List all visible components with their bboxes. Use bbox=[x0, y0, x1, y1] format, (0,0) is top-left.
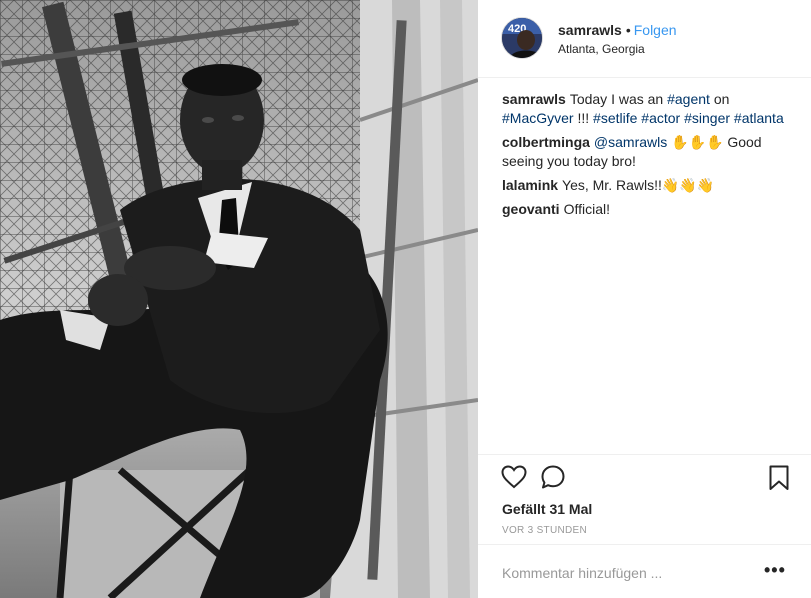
bookmark-icon bbox=[769, 465, 789, 490]
separator-dot: • bbox=[625, 22, 631, 38]
comment-username[interactable]: geovanti bbox=[502, 201, 560, 217]
like-button[interactable] bbox=[501, 465, 527, 489]
hashtag-link[interactable]: #atlanta bbox=[734, 110, 784, 126]
post-timestamp[interactable]: VOR 3 STUNDEN bbox=[502, 525, 587, 536]
avatar-image: 420 bbox=[502, 18, 542, 58]
follow-button[interactable]: Folgen bbox=[634, 22, 677, 38]
caption-text-part: Today I was an bbox=[569, 91, 668, 107]
comment-item: geovanti Official! bbox=[502, 200, 798, 219]
comment-bubble-icon bbox=[541, 465, 565, 489]
hashtag-link[interactable]: #singer bbox=[684, 110, 730, 126]
comment-item: lalamink Yes, Mr. Rawls!!👋👋👋 bbox=[502, 176, 798, 195]
mention-link[interactable]: @samrawls bbox=[594, 134, 667, 150]
comment-text: Official! bbox=[563, 201, 611, 217]
emoji-text: ✋✋✋ bbox=[671, 134, 724, 150]
user-line: samrawls • Folgen bbox=[558, 22, 677, 38]
hashtag-link[interactable]: #actor bbox=[641, 110, 680, 126]
post-username[interactable]: samrawls bbox=[558, 22, 622, 38]
comment-username[interactable]: colbertminga bbox=[502, 134, 590, 150]
hashtag-link[interactable]: #MacGyver bbox=[502, 110, 574, 126]
hashtag-link[interactable]: #agent bbox=[667, 91, 710, 107]
likes-count[interactable]: Gefällt 31 Mal bbox=[502, 501, 592, 517]
post-header: 420 samrawls • Folgen Atlanta, Georgia bbox=[478, 0, 811, 78]
comment-text: Yes, Mr. Rawls!! bbox=[562, 177, 662, 193]
post-location[interactable]: Atlanta, Georgia bbox=[558, 42, 645, 56]
emoji-text: 👋👋👋 bbox=[661, 177, 715, 193]
action-bar bbox=[478, 454, 811, 455]
comment-username[interactable]: lalamink bbox=[502, 177, 558, 193]
comment-item: colbertminga @samrawls ✋✋✋ Good seeing yo… bbox=[502, 133, 798, 171]
save-button[interactable] bbox=[769, 465, 789, 491]
avatar[interactable]: 420 bbox=[501, 17, 543, 59]
comment-input[interactable] bbox=[502, 561, 762, 585]
caption-username[interactable]: samrawls bbox=[502, 91, 566, 107]
comment-button[interactable] bbox=[540, 464, 566, 490]
more-options-button[interactable]: ••• bbox=[764, 561, 785, 583]
post-side-panel: 420 samrawls • Folgen Atlanta, Georgia sam… bbox=[478, 0, 811, 598]
caption-text-part: !!! bbox=[573, 110, 594, 126]
caption-text-part: on bbox=[709, 91, 730, 107]
caption: samrawls Today I was an #agent on #MacGyv… bbox=[502, 90, 798, 128]
hashtag-link[interactable]: #setlife bbox=[593, 110, 637, 126]
heart-icon bbox=[501, 465, 527, 489]
post-photo[interactable] bbox=[0, 0, 478, 598]
post-photo-image bbox=[0, 0, 478, 598]
comment-box: ••• bbox=[478, 544, 811, 598]
comments-list: samrawls Today I was an #agent on #MacGyv… bbox=[502, 90, 798, 224]
